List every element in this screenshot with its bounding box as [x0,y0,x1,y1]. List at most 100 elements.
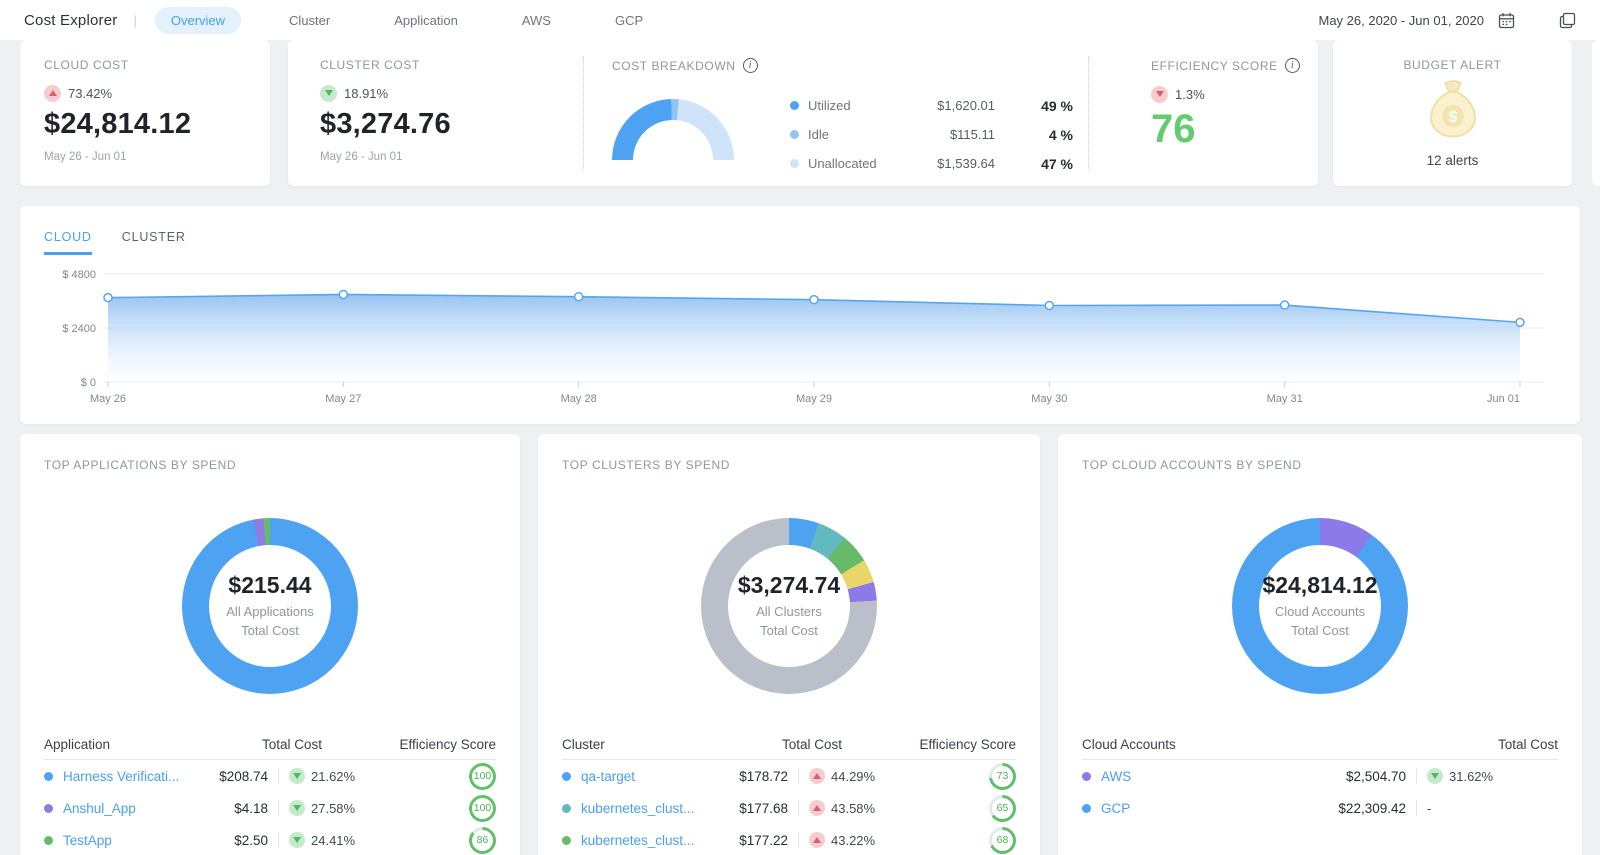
efficiency-score-section: EFFICIENCY SCORE i 1.3% 76 [1089,40,1318,186]
calendar-icon[interactable] [1498,12,1515,29]
table-row: qa-target $178.72 44.29% 73 [562,760,1016,792]
budget-alert-card: BUDGET ALERT $ 12 alerts [1333,40,1572,186]
efficiency-score-ring: 68 [989,826,1016,854]
row-cost-cell: $2.50 24.41% [196,832,388,848]
legend-amount: $1,620.01 [937,98,995,113]
trend-down-badge [289,768,305,784]
chart-point[interactable] [1515,317,1525,328]
row-name-link[interactable]: TestApp [63,833,112,848]
trend-percent: 24.41% [311,832,356,848]
date-range-label: May 26, 2020 - Jun 01, 2020 [1318,12,1484,28]
row-trend: 27.58% [289,800,355,816]
cloud-cost-period: May 26 - Jun 01 [44,151,127,163]
trend-down-arrow-icon [324,90,333,96]
trend-percent: 43.22% [831,832,876,848]
nav-tab-gcp[interactable]: GCP [599,7,659,34]
efficiency-score-number: 68 [992,829,1013,851]
chart-point[interactable] [573,291,584,302]
row-name-link[interactable]: kubernetes_clust... [581,801,694,816]
row-cost-cell: $208.74 21.62% [196,768,388,784]
efficiency-score-ring: 100 [469,794,496,822]
divider [798,800,799,816]
row-score-cell: 68 [989,826,1016,854]
series-color-dot [44,771,53,781]
top-cloud-accounts-card: TOP CLOUD ACCOUNTS BY SPEND $24,814.12 C… [1058,434,1582,855]
row-score-cell: 100 [469,794,496,822]
card-title: TOP APPLICATIONS BY SPEND [44,458,237,472]
row-name-link[interactable]: GCP [1101,801,1130,816]
y-axis-tick-label: $ 2400 [62,323,96,335]
row-total-cost: $178.72 [739,768,788,784]
top-applications-card: TOP APPLICATIONS BY SPEND $215.44 All Ap… [20,434,520,855]
donut-total-value: $3,274.74 [737,572,841,599]
nav-right-group: May 26, 2020 - Jun 01, 2020 [1318,12,1576,29]
divider [798,768,799,784]
x-axis-tick-label: May 30 [1031,393,1067,405]
y-axis-tick-label: $ 0 [81,377,96,389]
chart-point[interactable] [809,294,819,305]
chart-tab-cluster[interactable]: CLUSTER [122,230,186,255]
divider [278,832,279,848]
legend-color-dot [790,130,799,139]
divider [798,832,799,848]
row-name-link[interactable]: kubernetes_clust... [581,833,694,848]
divider [1416,800,1417,816]
column-header: Total Cost [781,737,843,752]
y-axis-tick-label: $ 4800 [62,269,96,281]
column-header: Efficiency Score [399,737,496,752]
efficiency-score-ring: 73 [989,762,1016,790]
chart-point[interactable] [1279,300,1290,310]
column-header: Application [44,737,111,752]
cluster-cost-period: May 26 - Jun 01 [320,151,403,163]
legend-label: Unallocated [808,156,877,171]
row-name-link[interactable]: AWS [1101,769,1131,784]
trend-up-badge [809,800,825,816]
info-icon[interactable]: i [742,58,758,73]
divider [278,768,279,784]
trend-empty: - [1427,800,1432,816]
row-name-link[interactable]: qa-target [581,769,635,784]
x-axis-tick-label: May 31 [1267,393,1303,405]
donut-center: $215.44 All Applications Total Cost [209,545,331,667]
nav-tab-application[interactable]: Application [378,7,474,34]
table-header: Cloud Accounts Total Cost [1082,730,1558,760]
divider [1416,768,1417,784]
donut-subtitle: Cloud Accounts [1274,604,1366,620]
x-axis-tick-label: Jun 01 [1487,393,1520,405]
series-color-dot [44,835,53,845]
row-trend: 21.62% [289,768,355,784]
chart-tab-cloud[interactable]: CLOUD [44,230,92,255]
row-total-cost: $4.18 [234,800,268,816]
overlap-window-icon[interactable] [1559,12,1576,29]
row-cost-cell: $177.22 43.22% [716,832,908,848]
series-color-dot [1082,803,1091,813]
table-header: Application Total Cost Efficiency Score [44,730,496,760]
row-name-cell: Anshul_App [44,801,196,816]
divider [278,800,279,816]
donut-center: $24,814.12 Cloud Accounts Total Cost [1259,545,1381,667]
efficiency-score-number: 65 [992,797,1013,819]
table-row: kubernetes_clust... $177.22 43.22% 68 [562,824,1016,855]
chart-point[interactable] [103,292,113,303]
table-body: Harness Verificati... $208.74 21.62% 100 Ans… [44,760,496,855]
card-title: CLUSTER COST [320,58,420,72]
trend-down-badge [289,832,305,848]
nav-tab-overview[interactable]: Overview [154,6,242,34]
efficiency-score-number: 73 [992,765,1013,787]
legend-color-dot [790,159,799,168]
efficiency-score-number: 100 [472,765,493,787]
trend-up-arrow-icon [813,773,821,779]
nav-tab-cluster[interactable]: Cluster [273,7,346,34]
table-row: Harness Verificati... $208.74 21.62% 100 [44,760,496,792]
chart-point[interactable] [338,289,349,300]
app-title: Cost Explorer [24,11,118,29]
info-icon[interactable]: i [1284,58,1300,73]
row-name-cell: kubernetes_clust... [562,833,716,848]
nav-tabs: Overview Cluster Application AWS GCP [154,6,659,34]
clusters-table: Cluster Total Cost Efficiency Score qa-tar… [562,730,1016,855]
nav-tab-aws[interactable]: AWS [506,7,567,34]
row-name-link[interactable]: Harness Verificati... [63,769,179,784]
chart-point[interactable] [1044,300,1055,311]
row-name-link[interactable]: Anshul_App [63,801,136,816]
efficiency-score-ring: 65 [989,794,1016,822]
